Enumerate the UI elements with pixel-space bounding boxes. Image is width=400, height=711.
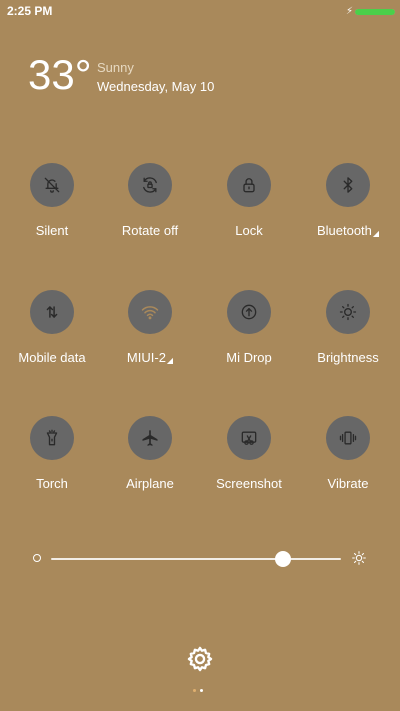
settings-gear-icon[interactable] — [186, 645, 214, 673]
tile-bluetooth[interactable]: Bluetooth◢ — [298, 163, 398, 263]
tile-mobile-data-button[interactable] — [30, 290, 74, 334]
brightness-low-icon — [33, 554, 41, 562]
mi-drop-icon — [241, 304, 257, 320]
tile-rotate-button[interactable] — [128, 163, 172, 207]
tile-bluetooth-button[interactable] — [326, 163, 370, 207]
tile-vibrate[interactable]: Vibrate — [298, 416, 398, 516]
tile-airplane[interactable]: Airplane — [100, 416, 200, 516]
tile-vibrate-button[interactable] — [326, 416, 370, 460]
tile-mi-drop[interactable]: Mi Drop — [199, 290, 299, 390]
page-dot — [193, 689, 196, 692]
airplane-icon — [142, 430, 158, 446]
tile-torch[interactable]: Torch — [2, 416, 102, 516]
page-indicator — [193, 689, 207, 693]
tile-screenshot[interactable]: Screenshot — [199, 416, 299, 516]
tile-mobile-data[interactable]: Mobile data — [2, 290, 102, 390]
vibrate-icon — [339, 431, 357, 445]
lock-icon — [243, 178, 255, 193]
tile-lock-button[interactable] — [227, 163, 271, 207]
tile-wifi-button[interactable] — [128, 290, 172, 334]
tile-torch-button[interactable] — [30, 416, 74, 460]
tile-airplane-button[interactable] — [128, 416, 172, 460]
quick-toggles-grid: Silent Rotate off Lock Bluetooth◢ Mobile… — [0, 0, 400, 711]
tile-bluetooth-label: Bluetooth◢ — [316, 223, 380, 238]
brightness-slider-row — [33, 548, 367, 570]
tile-brightness-label: Brightness — [317, 350, 379, 365]
tile-silent[interactable]: Silent — [2, 163, 102, 263]
tile-brightness[interactable]: Brightness — [298, 290, 398, 390]
screenshot-icon — [241, 431, 257, 445]
wifi-icon — [141, 306, 159, 320]
tile-screenshot-button[interactable] — [227, 416, 271, 460]
tile-rotate[interactable]: Rotate off — [100, 163, 200, 263]
tile-wifi[interactable]: MIUI-2◢ — [100, 290, 200, 390]
mobile-data-icon — [46, 306, 58, 318]
tile-brightness-button[interactable] — [326, 290, 370, 334]
brightness-slider[interactable] — [51, 551, 341, 567]
brightness-high-icon — [352, 551, 366, 565]
bluetooth-icon — [343, 177, 353, 193]
brightness-icon — [339, 303, 357, 321]
tile-lock[interactable]: Lock — [199, 163, 299, 263]
brightness-slider-thumb[interactable] — [275, 551, 291, 567]
torch-icon — [46, 429, 58, 446]
expand-arrow-icon: ◢ — [372, 229, 380, 238]
tile-silent-button[interactable] — [30, 163, 74, 207]
expand-arrow-icon: ◢ — [166, 356, 174, 365]
page-dot — [200, 689, 203, 692]
rotate-lock-icon — [143, 177, 157, 193]
tile-mi-drop-button[interactable] — [227, 290, 271, 334]
tile-vibrate-label: Vibrate — [327, 476, 369, 491]
bell-off-icon — [44, 177, 60, 193]
